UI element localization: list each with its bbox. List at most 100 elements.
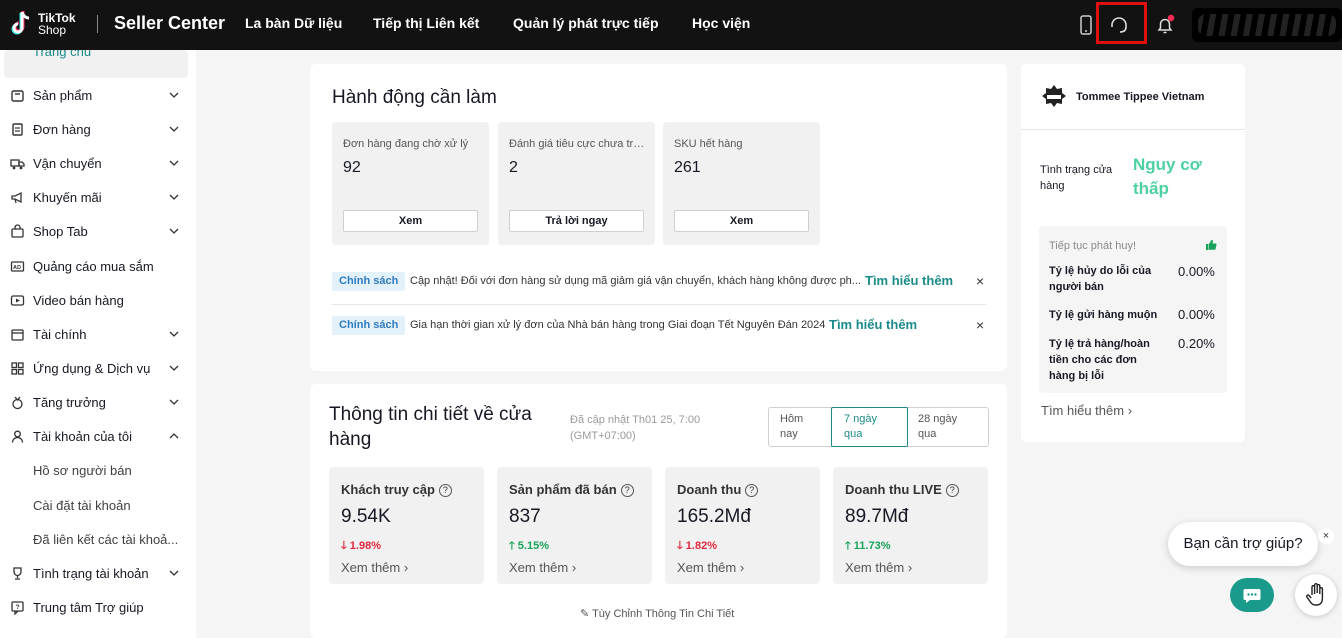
video-icon [10,294,25,306]
help-bubble[interactable]: Bạn cần trợ giúp? [1168,522,1318,566]
metric-live-revenue: Doanh thu LIVE? 89.7Mđ 🡑 11.73% Xem thêm… [833,467,988,584]
period-text: Hôm [780,413,804,425]
chevron-right-icon: › [739,560,745,575]
arrow-up-icon: 🡑 [509,540,518,552]
sidebar-subitem-account-settings[interactable]: Cài đặt tài khoản [33,498,131,513]
see-more-link[interactable]: Xem thêm › [341,560,408,575]
question-icon[interactable]: ? [438,484,452,497]
close-icon[interactable]: × [1318,528,1334,544]
question-icon[interactable]: ? [745,484,759,497]
notice-text: Gia hạn thời gian xử lý đơn của Nhà bán … [410,319,826,331]
sidebar-item-label: Khuyến mãi [33,189,102,205]
sidebar-item-account-health[interactable]: Tình trạng tài khoản [0,561,196,585]
see-more-link[interactable]: Xem thêm › [677,560,744,575]
sidebar-item-home-label: Trang chủ [33,50,92,59]
metric-products-sold: Sản phẩm đã bán? 837 🡑 5.15% Xem thêm › [497,467,652,584]
chevron-down-icon [169,331,179,337]
customize-insights-link[interactable]: ✎ Tùy Chỉnh Thông Tin Chi Tiết [580,607,734,620]
see-more-link[interactable]: Xem thêm › [845,560,912,575]
sidebar-item-orders[interactable]: Đơn hàng [0,117,196,141]
stat-value: 0.00% [1178,307,1215,322]
close-icon[interactable]: × [976,273,984,289]
stat-label: Tỷ lệ trả hàng/hoàn tiền cho các đơn hàn… [1049,338,1150,382]
sidebar: Trang chủ Sản phẩm Đơn hàng Vận chuyển K… [0,50,196,638]
sidebar-item-label: Tài khoản của tôi [33,428,133,444]
sidebar-item-home[interactable]: Trang chủ [4,50,188,78]
stat-value: 0.20% [1178,336,1215,351]
arrow-down-icon: 🡓 [677,540,686,552]
updated-line: (GMT+07:00) [570,430,636,442]
chevron-down-icon [169,228,179,234]
metric-delta: 🡑 11.73% [845,537,890,556]
order-icon [12,122,23,136]
chat-icon [1243,589,1261,603]
metric-revenue: Doanh thu? 165.2Mđ 🡓 1.82% Xem thêm › [665,467,820,584]
metric-value: 837 [509,506,541,527]
metric-value: 9.54K [341,506,391,527]
hand-button[interactable] [1295,574,1337,616]
store-learn-more-link[interactable]: Tìm hiểu thêm › [1041,403,1132,418]
tile-label: Đơn hàng đang chờ xử lý [343,138,469,150]
close-icon[interactable]: × [976,317,984,333]
sidebar-item-growth[interactable]: Tăng trưởng [0,390,196,414]
updated-timestamp: Đã cập nhật Th01 25, 7:00 (GMT+07:00) [570,412,700,444]
brand-title[interactable]: Seller Center [114,13,225,34]
sidebar-item-products[interactable]: Sản phẩm [0,83,196,107]
metric-label: Khách truy cập? [341,482,452,497]
sidebar-item-shopping-ads[interactable]: AD Quảng cáo mua sắm [0,254,196,278]
sidebar-item-label: Quảng cáo mua sắm [33,258,154,274]
finance-icon [11,328,24,341]
chat-button[interactable] [1230,578,1274,612]
nav-live-management[interactable]: Quản lý phát trực tiếp [513,15,659,31]
sidebar-item-help-center[interactable]: ? Trung tâm Trợ giúp [0,595,196,619]
sidebar-item-apps-services[interactable]: Ứng dụng & Dịch vụ [0,356,196,380]
sidebar-item-my-account[interactable]: Tài khoản của tôi [0,424,196,448]
logo-separator [97,15,98,33]
redacted-account-name[interactable] [1192,8,1342,42]
metric-value: 89.7Mđ [845,506,909,527]
reply-now-button[interactable]: Trả lời ngay [509,210,644,232]
view-pending-orders-button[interactable]: Xem [343,210,478,232]
stat-label: Tỷ lệ gửi hàng muộn [1049,309,1158,321]
question-icon[interactable]: ? [620,484,634,497]
learn-more-link[interactable]: Tìm hiểu thêm [829,317,917,332]
chevron-down-icon [169,160,179,166]
help-center-icon: ? [11,600,24,615]
policy-tag: Chính sách [332,272,406,291]
period-28-days[interactable]: 28 ngày qua [918,412,957,442]
product-icon [11,89,24,102]
see-more-text: Xem thêm [509,560,569,575]
tile-value: 92 [343,159,361,176]
chevron-up-icon [169,433,179,439]
sidebar-item-shipping[interactable]: Vận chuyển [0,151,196,175]
view-out-of-stock-button[interactable]: Xem [674,210,809,232]
sidebar-item-promotions[interactable]: Khuyến mãi [0,185,196,209]
period-text: 7 ngày [844,413,878,425]
metric-delta-text: 11.73% [853,540,891,552]
nav-affiliate[interactable]: Tiếp thị Liên kết [373,15,479,31]
notice-text: Cập nhật! Đối với đơn hàng sử dụng mã gi… [410,275,861,287]
see-more-link[interactable]: Xem thêm › [509,560,576,575]
ads-icon: AD [10,260,25,272]
metric-delta-text: 1.82% [685,540,717,552]
phone-icon[interactable] [1075,14,1097,36]
tiktok-shop-logo[interactable]: TikTok Shop [10,10,76,38]
learn-more-link[interactable]: Tìm hiểu thêm [865,273,953,288]
bell-icon[interactable] [1154,14,1176,36]
period-7-days[interactable]: 7 ngày qua [844,412,877,442]
sidebar-item-shoppable-video[interactable]: Video bán hàng [0,288,196,312]
period-today[interactable]: Hôm nay [780,412,803,442]
sidebar-subitem-seller-profile[interactable]: Hồ sơ người bán [33,463,132,478]
store-name: Tommee Tippee Vietnam [1076,91,1205,103]
sidebar-item-finance[interactable]: Tài chính [0,322,196,346]
metric-value: 165.2Mđ [677,506,751,527]
nav-academy[interactable]: Học viện [692,15,750,31]
metric-delta-text: 5.15% [517,540,549,552]
svg-text:AD: AD [13,265,21,271]
sidebar-subitem-linked-accounts[interactable]: Đã liên kết các tài khoả... [33,532,178,547]
nav-data-compass[interactable]: La bàn Dữ liệu [245,15,342,31]
sidebar-item-shop-tab[interactable]: Shop Tab [0,219,196,243]
tile-label: Đánh giá tiêu cực chưa trả lời [509,138,645,150]
question-icon[interactable]: ? [945,484,959,497]
sidebar-item-label: Tài chính [33,326,87,342]
